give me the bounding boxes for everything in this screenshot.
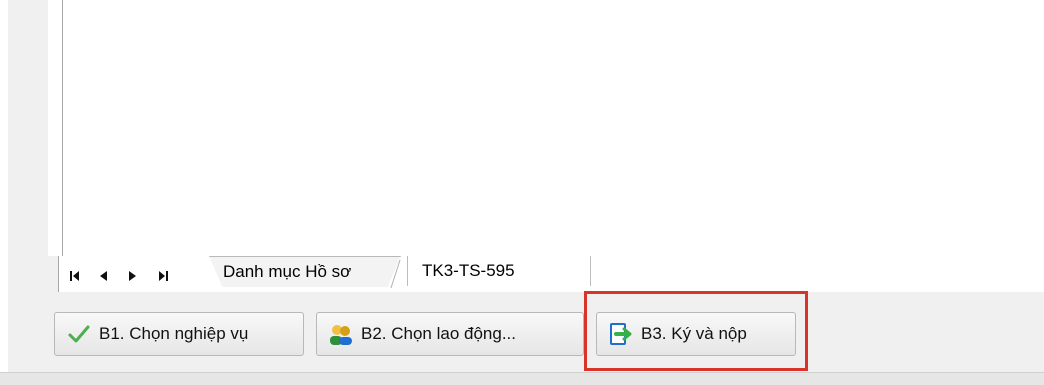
tab-tk3-ts-595[interactable]: TK3-TS-595 [407,256,591,286]
action-bar: B1. Chọn nghiệp vụ B2. Chọn lao động... [48,292,1044,372]
users-icon [329,322,353,346]
tab-label: TK3-TS-595 [422,261,515,280]
tab-danh-muc-ho-so[interactable]: Danh mục Hồ sơ [209,256,401,287]
highlight-box [584,291,808,371]
sheet-tabs-bar: Danh mục Hồ sơ TK3-TS-595 [58,256,1044,293]
button-label: B2. Chọn lao động... [361,324,517,343]
first-page-icon[interactable] [67,268,83,284]
application-window: Danh mục Hồ sơ TK3-TS-595 B1. Chọn nghiệ… [0,0,1044,385]
choose-business-button[interactable]: B1. Chọn nghiệp vụ [54,312,304,356]
button-label: B1. Chọn nghiệp vụ [99,324,249,343]
window-edge [0,0,8,384]
choose-employee-button[interactable]: B2. Chọn lao động... [316,312,584,356]
checkmark-icon [67,322,91,346]
tab-label: Danh mục Hồ sơ [223,262,352,281]
sheet-inner-border [62,0,63,256]
bottom-status-strip [0,372,1044,385]
sheet-content-area [48,0,1044,256]
left-panel [8,0,48,372]
previous-icon[interactable] [95,268,111,284]
last-page-icon[interactable] [155,268,171,284]
next-icon[interactable] [125,268,141,284]
